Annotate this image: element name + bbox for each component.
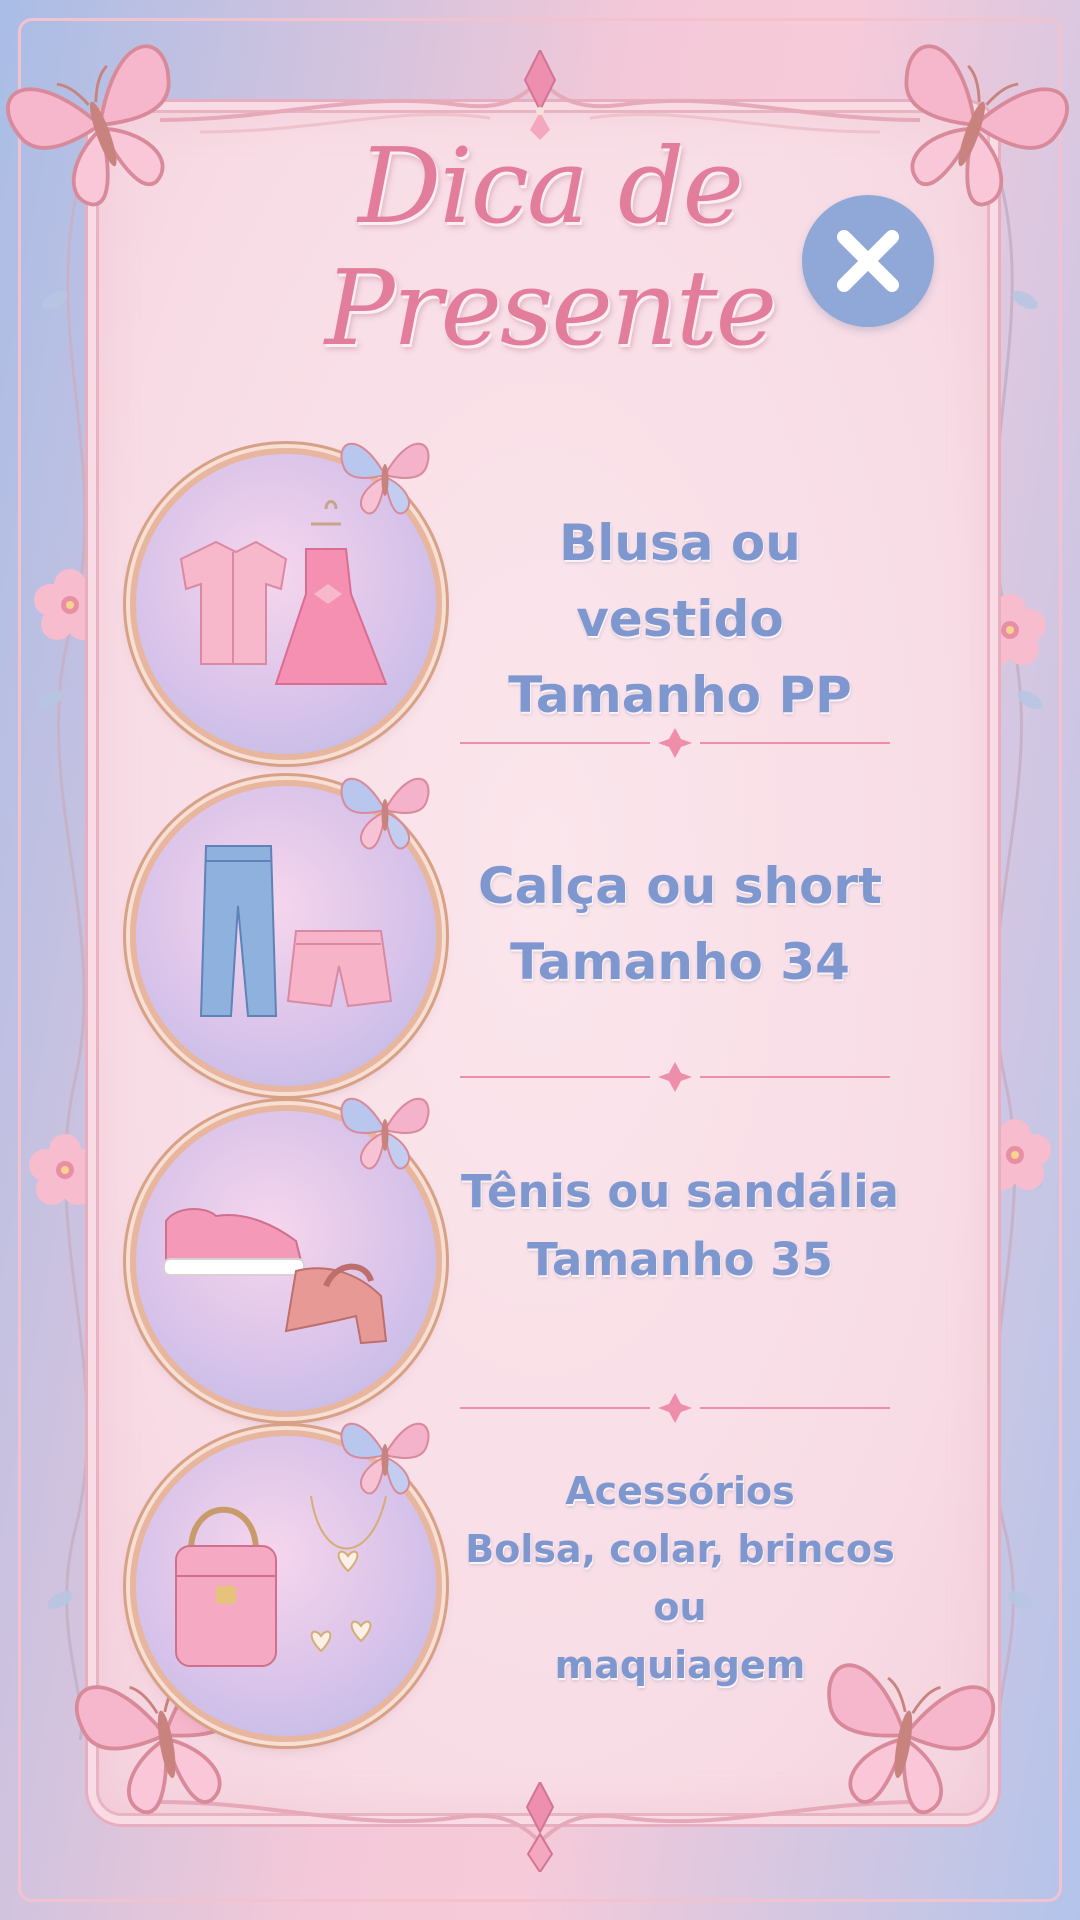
item-1-size: Tamanho PP [508,666,852,724]
close-button[interactable] [802,195,934,327]
item-4-text: Acessórios Bolsa, colar, brincos ou maqu… [450,1462,910,1694]
divider [460,1062,890,1092]
butterfly-icon [340,1097,430,1170]
item-3-text: Tênis ou sandália Tamanho 35 [450,1158,910,1294]
item-3-size: Tamanho 35 [527,1233,833,1286]
butterfly-icon [880,39,1070,220]
close-icon [837,230,899,292]
butterfly-icon [340,777,430,850]
title-line-1: Dica de [357,125,744,247]
item-4-title: Acessórios [565,1469,795,1513]
item-3-title: Tênis ou sandália [460,1165,900,1218]
butterfly-icon [340,442,430,515]
item-4-detail-line-1: Bolsa, colar, brincos ou [465,1527,895,1629]
butterfly-icon [5,39,195,220]
item-2-text: Calça ou short Tamanho 34 [450,848,910,1000]
item-2-title: Calça ou short [478,857,882,915]
bottom-ornament [160,1782,920,1872]
item-1-text: Blusa ou vestido Tamanho PP [450,505,910,733]
butterfly-icon [340,1422,430,1495]
item-4-detail-line-2: maquiagem [554,1643,806,1687]
page-title: Dica de Presente [230,125,870,369]
title-line-2: Presente [324,247,777,369]
item-2-size: Tamanho 34 [510,933,850,991]
divider [460,1393,890,1423]
divider [460,728,890,758]
item-1-title: Blusa ou vestido [559,514,801,648]
